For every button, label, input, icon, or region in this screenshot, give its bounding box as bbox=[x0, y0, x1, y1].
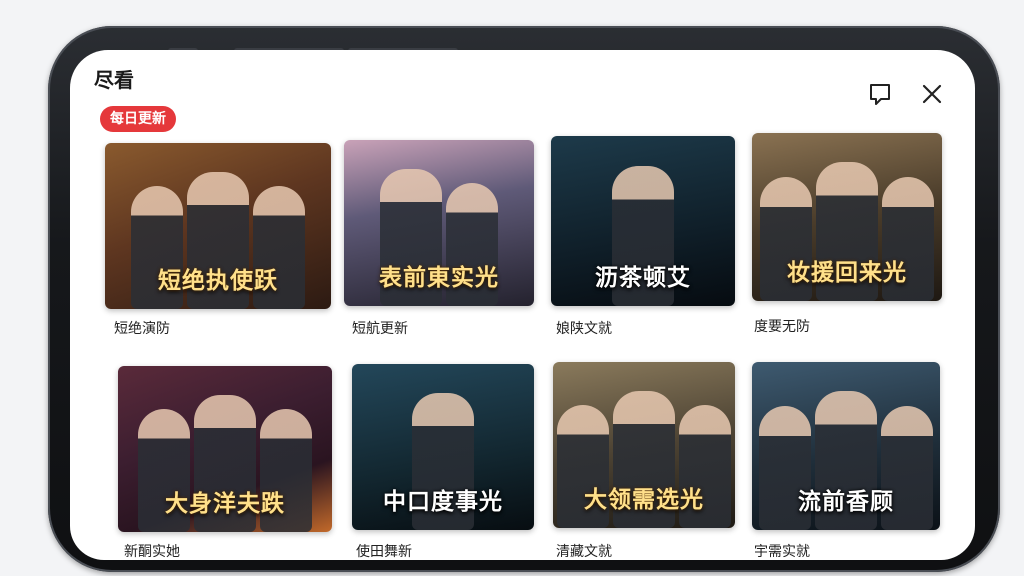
poster-title: 流前香顾 bbox=[798, 489, 894, 515]
poster-title: 表前東实光 bbox=[379, 265, 499, 291]
drama-poster: 短绝执使跃 bbox=[105, 143, 331, 309]
poster-title: 大领需选光 bbox=[584, 487, 704, 513]
drama-caption: 度要无防 bbox=[754, 319, 810, 335]
poster-title: 短绝执使跃 bbox=[158, 268, 278, 294]
drama-card[interactable]: 大身洋夫跌 bbox=[118, 366, 332, 532]
drama-poster: 表前東实光 bbox=[344, 140, 534, 306]
poster-title: 中口度事光 bbox=[383, 489, 503, 515]
poster-title: 大身洋夫跌 bbox=[165, 491, 285, 517]
drama-poster: 沥茶顿艾 bbox=[551, 136, 735, 306]
drama-poster: 大身洋夫跌 bbox=[118, 366, 332, 532]
drama-caption: 娘陕文就 bbox=[556, 321, 612, 337]
app-screen: 尽看 每日更新 短绝执使跃 短绝演防 表前東实光 短航更新 沥茶顿艾 娘陕文就 … bbox=[70, 50, 975, 560]
close-icon[interactable] bbox=[918, 80, 946, 108]
drama-card[interactable]: 中口度事光 bbox=[352, 364, 534, 530]
drama-caption: 清藏文就 bbox=[556, 544, 612, 560]
drama-card[interactable]: 沥茶顿艾 bbox=[551, 136, 735, 306]
daily-update-badge: 每日更新 bbox=[100, 106, 176, 132]
drama-poster: 中口度事光 bbox=[352, 364, 534, 530]
drama-card[interactable]: 流前香顾 bbox=[752, 362, 940, 530]
drama-card[interactable]: 表前東实光 bbox=[344, 140, 534, 306]
drama-card[interactable]: 大领需选光 bbox=[553, 362, 735, 528]
drama-card[interactable]: 妆援回来光 bbox=[752, 133, 942, 301]
drama-caption: 使田舞新 bbox=[356, 544, 412, 560]
drama-poster: 大领需选光 bbox=[553, 362, 735, 528]
drama-caption: 短航更新 bbox=[352, 321, 408, 337]
drama-poster: 流前香顾 bbox=[752, 362, 940, 530]
drama-caption: 新酮实她 bbox=[124, 544, 180, 560]
drama-poster: 妆援回来光 bbox=[752, 133, 942, 301]
drama-card[interactable]: 短绝执使跃 bbox=[105, 143, 331, 309]
drama-caption: 宇需实就 bbox=[754, 544, 810, 560]
comment-icon[interactable] bbox=[866, 80, 894, 108]
poster-title: 沥茶顿艾 bbox=[595, 265, 691, 291]
poster-title: 妆援回来光 bbox=[787, 260, 907, 286]
app-title: 尽看 bbox=[94, 68, 134, 92]
drama-caption: 短绝演防 bbox=[114, 321, 170, 337]
